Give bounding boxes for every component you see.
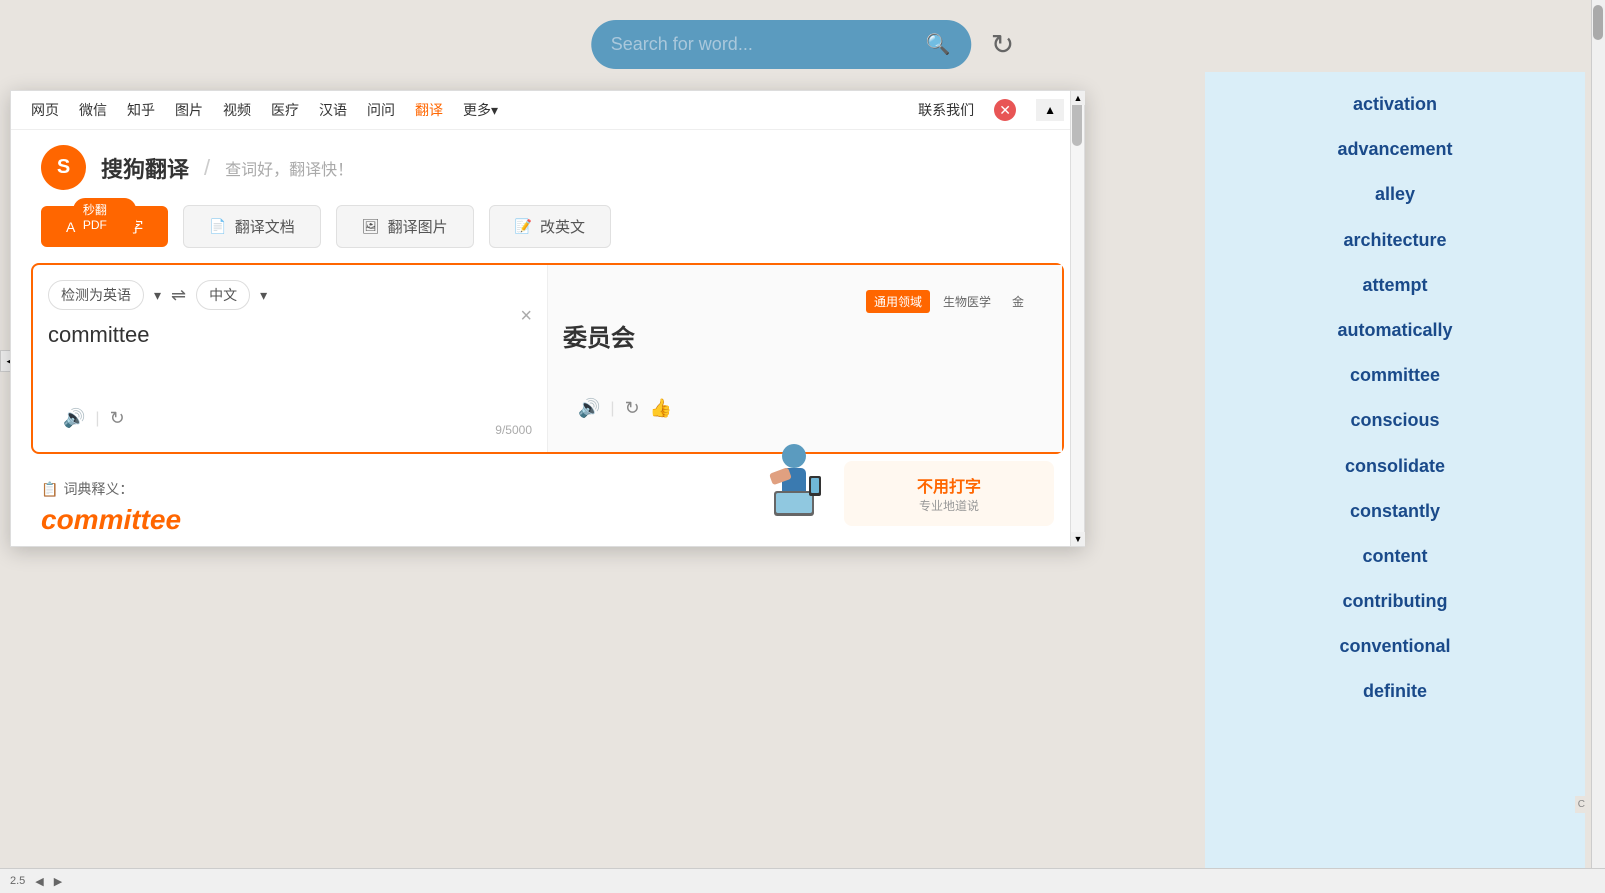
logo-icon: S [41,145,86,190]
tab-text-wrapper: 秒翻PDF A 翻译文字 [41,206,168,247]
result-refresh-button[interactable]: ↻ [625,398,640,419]
word-item-attempt[interactable]: attempt [1205,263,1585,308]
tab-en-label: 改英文 [540,216,585,237]
logo-area: S 搜狗翻译 / 查词好，翻译快！ [11,130,1084,200]
result-separator: | [610,400,614,418]
nav-zhihu[interactable]: 知乎 [127,100,155,120]
swap-languages-button[interactable]: ⇌ [171,285,186,306]
word-item-advancement[interactable]: advancement [1205,127,1585,172]
nav-translate[interactable]: 翻译 [415,100,443,120]
zoom-level: 2.5 [10,875,25,887]
nav-chinese[interactable]: 汉语 [319,100,347,120]
tab-en-icon: 📝 [515,218,532,235]
tab-doc-label: 翻译文档 [235,216,295,237]
brand-name: 搜狗翻译 [101,152,189,184]
dropdown-arrow-icon: ▾ [154,287,161,304]
promo-title: 不用打字 [859,473,1039,497]
word-list-panel: activation advancement alley architectur… [1205,72,1585,893]
result-audio-button[interactable]: 🔊 [578,398,600,419]
translation-area: 检测为英语 ▾ ⇌ 中文 ▾ committee × 🔊 | ↻ 9/5000 … [31,263,1064,454]
nav-contact[interactable]: 联系我们 [918,100,974,120]
domain-finance[interactable]: 金 [1004,290,1032,313]
result-like-button[interactable]: 👍 [650,398,672,419]
pdf-badge: 秒翻PDF [73,198,137,235]
domain-tabs: 通用领域 生物医学 金 [866,290,1032,313]
popup-scroll-up-button[interactable]: ▲ [1071,91,1085,105]
csdn-text: C [1578,799,1585,810]
popup-scroll-down-button[interactable]: ▼ [1071,532,1085,546]
nav-webpage[interactable]: 网页 [31,100,59,120]
translation-input-panel: 检测为英语 ▾ ⇌ 中文 ▾ committee × 🔊 | ↻ 9/5000 [33,265,548,452]
word-item-consolidate[interactable]: consolidate [1205,444,1585,489]
nav-image[interactable]: 图片 [175,100,203,120]
nav-ask[interactable]: 问问 [367,100,395,120]
target-lang-button[interactable]: 中文 [196,280,250,310]
search-input[interactable] [611,34,926,55]
csdn-badge: C [1575,796,1588,813]
translation-tabs: 秒翻PDF A 翻译文字 📄 翻译文档 🖼 翻译图片 📝 改英文 [11,200,1084,263]
word-item-alley[interactable]: alley [1205,172,1585,217]
domain-bio[interactable]: 生物医学 [935,290,999,313]
tab-en[interactable]: 📝 改英文 [489,205,611,248]
nav-more[interactable]: 更多▾ [463,100,498,120]
word-item-conscious[interactable]: conscious [1205,398,1585,443]
result-toolbar: 🔊 | ↻ 👍 [563,390,687,427]
promo-box: 不用打字 专业地道说 [844,461,1054,526]
more-arrow-icon: ▾ [491,102,498,118]
source-lang-selector: 检测为英语 ▾ ⇌ 中文 ▾ [48,280,532,310]
tab-doc[interactable]: 📄 翻译文档 [183,205,320,248]
result-text: 委员会 [563,318,1047,353]
word-item-activation[interactable]: activation [1205,82,1585,127]
translation-result-panel: 通用领域 生物医学 金 委员会 🔊 | ↻ 👍 [548,265,1062,452]
source-lang-button[interactable]: 检测为英语 [48,280,144,310]
toolbar-separator: | [95,410,99,428]
word-item-content[interactable]: content [1205,534,1585,579]
illustration-area [724,436,834,526]
search-button[interactable]: 🔍 [926,32,951,57]
logo-slogan: 查词好，翻译快！ [225,156,353,180]
tab-img[interactable]: 🖼 翻译图片 [336,205,474,248]
word-item-committee[interactable]: committee [1205,353,1585,398]
search-container: 🔍 [591,20,971,69]
word-item-conventional[interactable]: conventional [1205,624,1585,669]
tab-img-icon: 🖼 [362,218,380,235]
bottom-right-arrow[interactable]: ▶ [54,875,62,888]
dict-label-icon: 📋 [41,481,58,498]
word-item-contributing[interactable]: contributing [1205,579,1585,624]
input-refresh-button[interactable]: ↻ [110,408,125,429]
translation-result-inner: 通用领域 生物医学 金 委员会 🔊 | ↻ 👍 [563,280,1047,437]
promo-subtitle: 专业地道说 [859,497,1039,514]
word-item-automatically[interactable]: automatically [1205,308,1585,353]
illustration-svg [724,436,834,526]
nav-bar: 网页 微信 知乎 图片 视频 医疗 汉语 问问 翻译 更多▾ 联系我们 ✕ ▲ [11,91,1084,130]
audio-play-button[interactable]: 🔊 [63,408,85,429]
translation-popup: 网页 微信 知乎 图片 视频 医疗 汉语 问问 翻译 更多▾ 联系我们 ✕ ▲ … [10,90,1085,547]
dict-label-text: 词典释义： [63,479,133,499]
nav-medical[interactable]: 医疗 [271,100,299,120]
tab-img-label: 翻译图片 [388,216,448,237]
page-scrollbar-track [1591,0,1605,868]
nav-video[interactable]: 视频 [223,100,251,120]
input-toolbar: 🔊 | ↻ [48,400,532,437]
popup-scrollbar-track: ▲ ▼ [1070,91,1084,546]
target-dropdown-arrow-icon: ▾ [260,287,267,304]
scroll-up-button[interactable]: ▲ [1036,99,1064,121]
nav-wechat[interactable]: 微信 [79,100,107,120]
top-search-area: 🔍 ↻ [591,20,1014,69]
word-item-definite[interactable]: definite [1205,669,1585,714]
word-item-constantly[interactable]: constantly [1205,489,1585,534]
input-text-display: committee [48,320,532,400]
logo-divider: / [204,155,210,181]
tab-doc-icon: 📄 [209,218,226,235]
char-count: 9/5000 [495,423,532,437]
domain-general[interactable]: 通用领域 [866,290,930,313]
page-scrollbar-thumb[interactable] [1593,5,1603,40]
refresh-button[interactable]: ↻ [991,28,1014,61]
bottom-left-arrow[interactable]: ◀ [35,875,43,888]
close-button[interactable]: ✕ [994,99,1016,121]
bottom-bar: 2.5 ◀ ▶ [0,868,1605,893]
clear-input-button[interactable]: × [520,305,532,328]
word-item-architecture[interactable]: architecture [1205,218,1585,263]
